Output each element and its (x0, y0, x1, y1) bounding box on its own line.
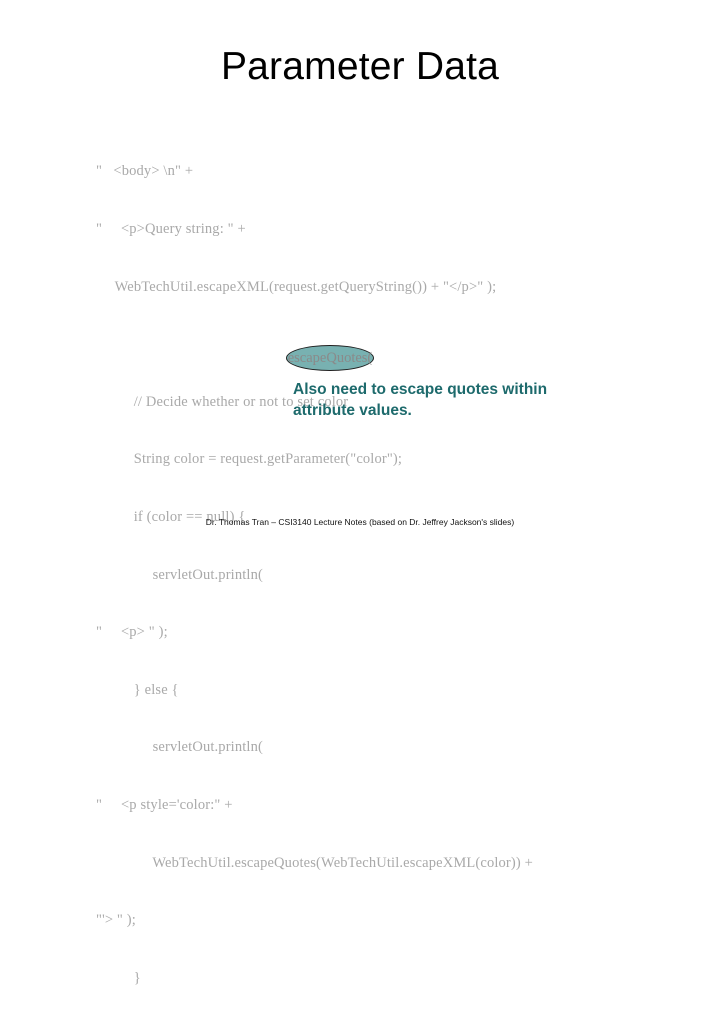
code-line: " <p>Query string: " + (96, 221, 246, 238)
code-line: WebTechUtil.escapeXML(request.getQuerySt… (96, 278, 497, 295)
code-line: } else { (96, 681, 179, 698)
slide-canvas: Parameter Data " <body> \n" + " <p>Query… (0, 0, 720, 986)
code-line: servletOut.println( (96, 739, 263, 756)
code-line: " <p style='color:" + (96, 797, 233, 814)
code-line: WebTechUtil.escapeQuotes(WebTechUtil.esc… (96, 854, 533, 871)
annotation-line-2: attribute values. (293, 402, 412, 419)
annotation-line-1: Also need to escape quotes within (293, 381, 548, 398)
code-line: " <p> " ); (96, 624, 168, 641)
highlight-ellipse-label: escapeQuotes( (287, 350, 373, 366)
code-line: String color = request.getParameter("col… (96, 451, 403, 468)
code-line: servletOut.println( (96, 566, 263, 583)
slide-footer: Dr. Thomas Tran – CSI3140 Lecture Notes … (205, 517, 515, 527)
code-line: "'> " ); (96, 912, 136, 929)
code-block: " <body> \n" + " <p>Query string: " + We… (96, 124, 716, 1027)
code-line: } (96, 969, 141, 986)
annotation-callout: Also need to escape quotes within attrib… (293, 379, 603, 421)
page-title: Parameter Data (220, 45, 500, 88)
code-line: " <body> \n" + (96, 163, 194, 180)
